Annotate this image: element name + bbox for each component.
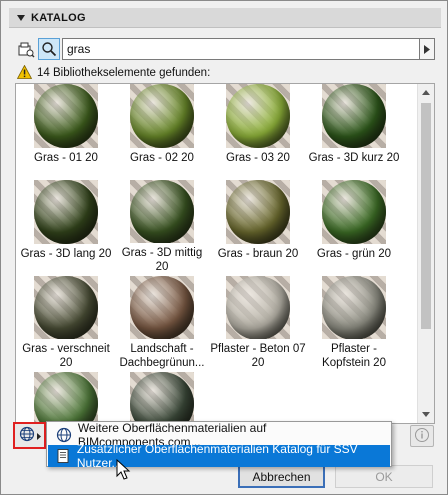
info-button[interactable] [410, 425, 434, 447]
material-item[interactable]: Gras - 03 20 [210, 84, 306, 178]
globe-icon [19, 426, 35, 445]
globe-icon [52, 427, 76, 443]
material-item[interactable]: Pflaster - Kopfstein 20 [306, 276, 402, 370]
material-thumbnail [322, 180, 386, 244]
material-item[interactable]: Gras - 02 20 [114, 84, 210, 178]
material-sphere [34, 180, 98, 244]
material-sphere [226, 276, 290, 339]
material-label: Gras - grün 20 [316, 248, 392, 260]
material-label: Landschaft - Dachbegrünun... [119, 343, 205, 369]
catalog-icon [52, 448, 75, 464]
collapse-triangle-icon[interactable] [17, 14, 25, 21]
info-icon [414, 427, 430, 446]
material-sphere [34, 84, 98, 148]
search-row: gras [15, 38, 435, 60]
material-item[interactable]: Gras - 3D lang 20 [18, 180, 114, 274]
catalog-section-header[interactable]: KATALOG [9, 8, 441, 28]
material-item[interactable]: Pflaster - Beton 07 20 [210, 276, 306, 370]
warning-icon [16, 64, 33, 82]
section-title: KATALOG [31, 11, 86, 24]
dialog-frame: KATALOG gras 14 Bibliothekselemente gefu… [0, 0, 448, 495]
material-label: Gras - 3D mittig 20 [121, 247, 203, 273]
material-label: Gras - 03 20 [226, 152, 290, 164]
mouse-cursor-icon [116, 459, 131, 480]
material-label: Pflaster - Beton 07 20 [210, 343, 306, 369]
material-item[interactable]: Gras - 3D mittig 20 [114, 180, 210, 274]
material-thumbnail [130, 84, 194, 148]
material-thumbnail [226, 84, 290, 148]
material-item[interactable]: Gras - braun 20 [210, 180, 306, 274]
search-input[interactable]: gras [62, 38, 420, 60]
material-thumbnail [34, 84, 98, 148]
material-sphere [34, 372, 98, 423]
material-sphere [130, 84, 194, 148]
scroll-up-icon[interactable] [418, 84, 434, 101]
material-item[interactable]: Landschaft - Dachbegrünun... [114, 276, 210, 370]
material-sphere [322, 180, 386, 244]
result-count-text: 14 Bibliothekselemente gefunden: [37, 67, 211, 79]
menu-item-ssv-catalog[interactable]: Zusätzlicher Oberflächenmaterialien Kata… [48, 442, 390, 470]
dropdown-arrow-icon [36, 429, 41, 443]
material-label: Gras - 3D kurz 20 [308, 152, 400, 164]
library-folder-icon[interactable] [15, 38, 37, 60]
material-label: Gras - 3D lang 20 [20, 248, 112, 260]
material-thumbnail [226, 180, 290, 244]
material-thumbnail [322, 276, 386, 339]
web-menu-button[interactable] [13, 422, 46, 449]
search-status: 14 Bibliothekselemente gefunden: [16, 64, 211, 82]
material-label: Gras - 02 20 [130, 152, 194, 164]
scroll-down-icon[interactable] [418, 406, 434, 423]
material-thumbnail [34, 180, 98, 244]
material-sphere [130, 276, 194, 339]
material-sphere [34, 276, 98, 339]
vertical-scrollbar[interactable] [417, 84, 434, 423]
material-sphere [226, 84, 290, 148]
material-thumbnail [34, 372, 98, 423]
material-label: Gras - 01 20 [34, 152, 98, 164]
search-icon[interactable] [38, 38, 60, 60]
material-thumbnail [226, 276, 290, 339]
material-item[interactable]: Gras - 3D kurz 20 [306, 84, 402, 178]
scrollbar-thumb[interactable] [421, 103, 431, 329]
material-label: Pflaster - Kopfstein 20 [322, 343, 386, 369]
material-item[interactable]: Gras - 01 20 [18, 84, 114, 178]
material-thumbnail [322, 84, 386, 148]
material-thumbnail [130, 180, 194, 243]
material-item[interactable] [18, 372, 114, 423]
material-thumbnail [130, 276, 194, 339]
web-links-menu: Weitere Oberflächenmaterialien auf BIMco… [46, 421, 392, 470]
material-sphere [226, 180, 290, 244]
material-label: Gras - braun 20 [217, 248, 299, 260]
material-sphere [322, 84, 386, 148]
material-sphere [130, 180, 194, 243]
material-sphere [130, 372, 194, 423]
material-sphere [322, 276, 386, 339]
material-item[interactable] [114, 372, 210, 423]
material-thumbnail [34, 276, 98, 339]
results-list: Gras - 01 20 Gras - 02 20 Gras - 03 20 Gras… [15, 83, 435, 424]
material-item[interactable]: Gras - verschneit 20 [18, 276, 114, 370]
search-arrow-icon[interactable] [420, 38, 435, 60]
material-item[interactable]: Gras - grün 20 [306, 180, 402, 274]
material-label: Gras - verschneit 20 [22, 343, 110, 369]
material-thumbnail [130, 372, 194, 423]
